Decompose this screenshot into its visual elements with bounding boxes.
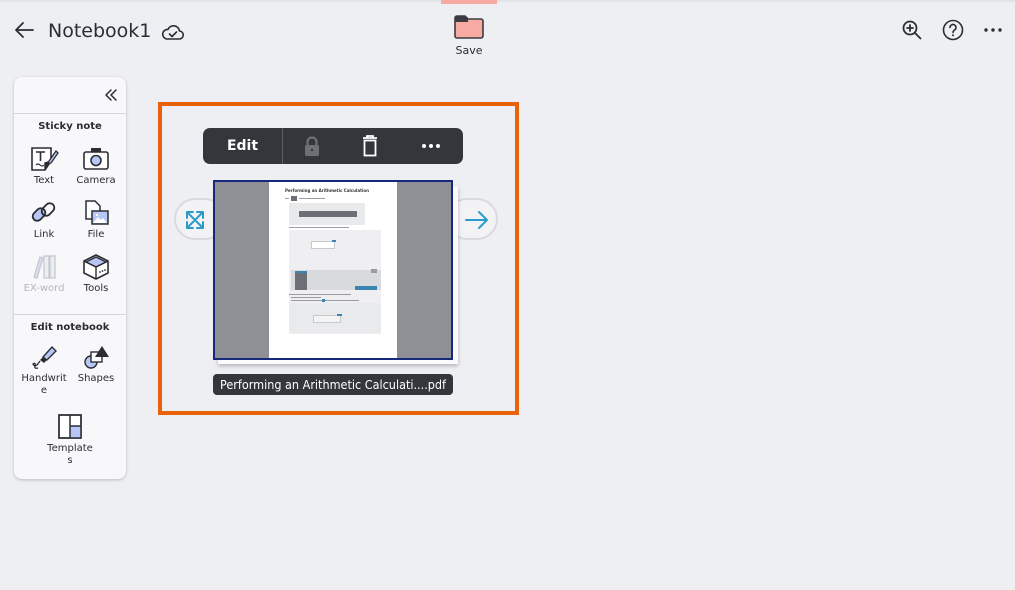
- pdf-page-preview: Performing an Arithmetic Calculation: [269, 182, 397, 358]
- edit-button[interactable]: Edit: [203, 128, 282, 164]
- divider: [14, 113, 126, 114]
- tool-templates[interactable]: Templates: [42, 413, 98, 467]
- tool-label: Shapes: [77, 373, 115, 384]
- file-name-label: Performing an Arithmetic Calculati....pd…: [213, 374, 454, 395]
- pdf-page-title: Performing an Arithmetic Calculation: [285, 188, 369, 193]
- sync-status[interactable]: [160, 20, 186, 44]
- toolbar-divider: [282, 128, 283, 164]
- more-button[interactable]: [982, 18, 1004, 42]
- tool-ex-word: EX-word: [16, 253, 72, 295]
- top-border: [0, 0, 1015, 2]
- tool-handwrite[interactable]: Handwrite: [16, 343, 72, 397]
- save-indicator: [441, 0, 497, 4]
- collapse-panel-button[interactable]: [102, 87, 120, 103]
- file-image-icon: [85, 200, 109, 225]
- more-options-button[interactable]: [406, 128, 456, 164]
- tools-panel: Sticky note Text Camera Link File EX-wor…: [14, 77, 126, 479]
- pen-icon: [32, 345, 57, 369]
- tool-tools[interactable]: Tools: [68, 253, 124, 295]
- back-button[interactable]: [12, 18, 38, 44]
- tool-label: Handwrite: [21, 373, 67, 396]
- tool-label: EX-word: [23, 283, 65, 294]
- section-title-sticky-note: Sticky note: [38, 121, 102, 132]
- trash-icon: [363, 135, 377, 157]
- zoom-in-icon: [902, 20, 922, 40]
- pdf-thumbnail[interactable]: Performing an Arithmetic Calculation: [213, 180, 453, 360]
- zoom-in-button[interactable]: [900, 18, 924, 42]
- double-chevron-left-icon: [105, 89, 117, 101]
- tool-label: Text: [33, 175, 55, 186]
- save-label: Save: [455, 44, 483, 57]
- tool-label: Link: [33, 229, 55, 240]
- arrow-left-icon: [15, 22, 34, 38]
- delete-button[interactable]: [345, 128, 395, 164]
- more-icon: [422, 144, 440, 148]
- help-icon: [942, 19, 964, 41]
- tool-link[interactable]: Link: [16, 199, 72, 241]
- tool-label: File: [87, 229, 105, 240]
- text-note-icon: [31, 147, 59, 171]
- object-toolbar: Edit: [203, 128, 463, 164]
- camera-icon: [83, 148, 109, 170]
- lock-button[interactable]: [287, 128, 337, 164]
- save-button[interactable]: Save: [446, 14, 492, 70]
- expand-icon: [186, 211, 204, 229]
- tool-file[interactable]: File: [68, 199, 124, 241]
- toolbox-icon: [83, 254, 109, 280]
- shapes-icon: [84, 346, 109, 369]
- more-icon: [984, 28, 1002, 32]
- notebook-title[interactable]: Notebook1: [48, 20, 151, 42]
- divider: [14, 314, 126, 315]
- tool-label: Camera: [76, 175, 116, 186]
- tool-label: Tools: [83, 283, 109, 294]
- tool-camera[interactable]: Camera: [68, 145, 124, 187]
- help-button[interactable]: [941, 18, 965, 42]
- arrow-right-icon: [465, 211, 488, 229]
- tool-text[interactable]: Text: [16, 145, 72, 187]
- tool-label: Templates: [47, 443, 93, 466]
- link-icon: [31, 202, 56, 222]
- folder-icon: [454, 15, 484, 39]
- cloud-check-icon: [161, 25, 185, 40]
- tool-shapes[interactable]: Shapes: [68, 343, 124, 385]
- dictionary-icon: [33, 255, 56, 279]
- template-icon: [58, 414, 82, 439]
- lock-icon: [305, 136, 319, 156]
- section-title-edit-notebook: Edit notebook: [30, 322, 110, 333]
